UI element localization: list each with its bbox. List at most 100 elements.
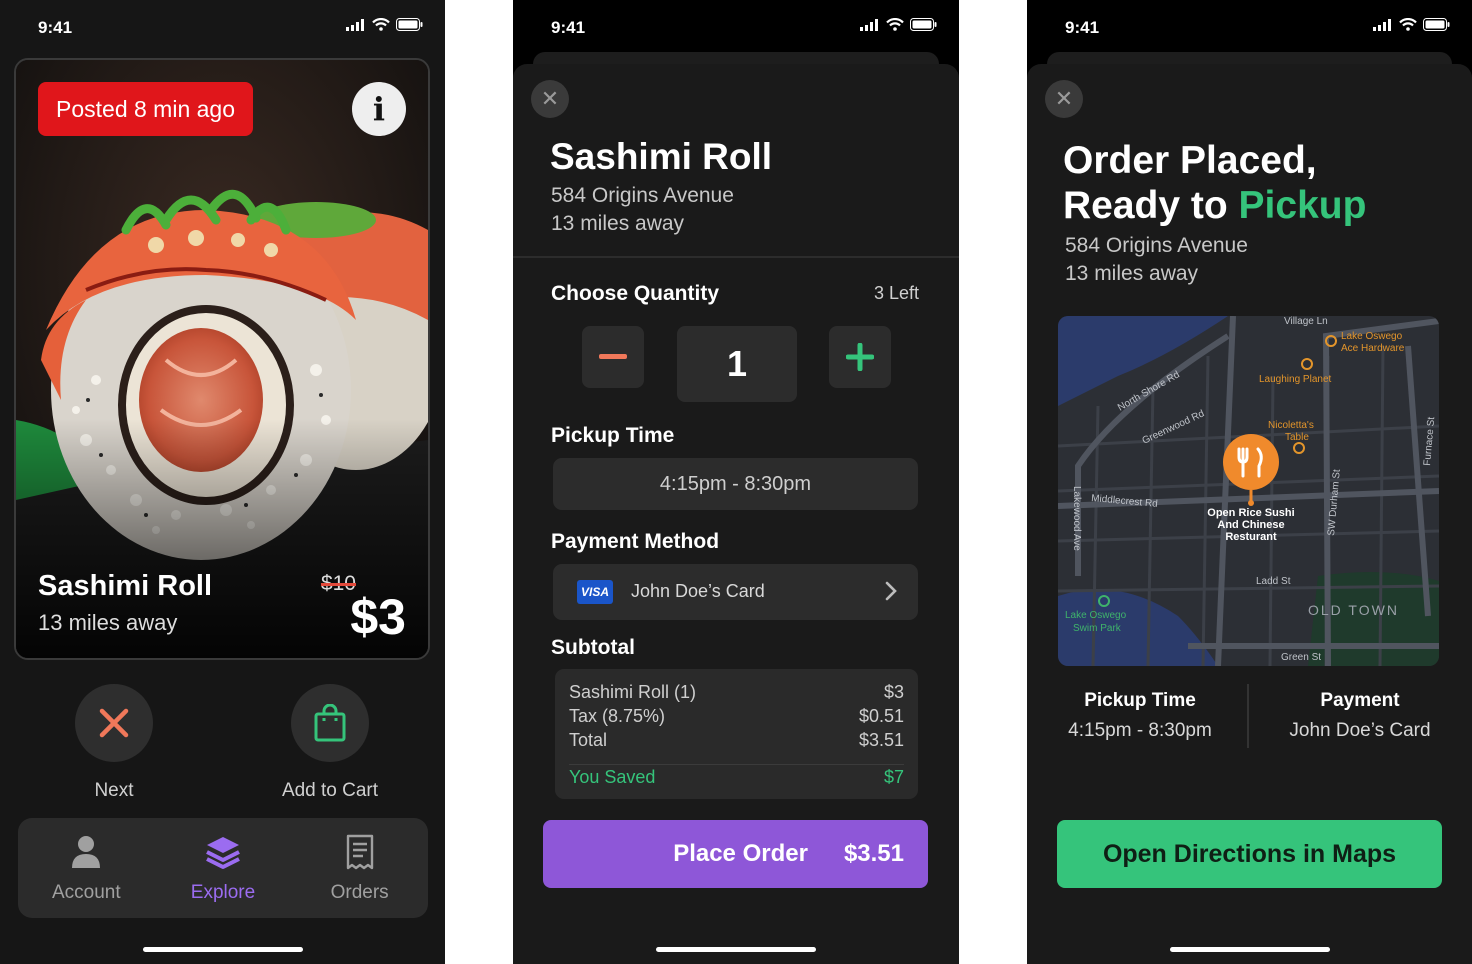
add-to-cart-action[interactable]: Add to Cart xyxy=(255,684,405,802)
place-label-ace-line-2: Ace Hardware xyxy=(1341,343,1405,354)
increase-quantity-button[interactable] xyxy=(829,326,891,388)
savings-line: You Saved $7 xyxy=(569,767,904,788)
status-bar: 9:41 xyxy=(1027,0,1472,52)
signal-icon xyxy=(346,18,364,31)
tab-explore-label: Explore xyxy=(190,882,256,903)
open-directions-button[interactable]: Open Directions in Maps xyxy=(1057,820,1442,888)
district-label-old-town: OLD TOWN xyxy=(1308,602,1399,618)
shopping-bag-icon xyxy=(314,704,346,742)
pickup-time-heading: Pickup Time xyxy=(1084,690,1196,711)
tab-bar: Account Explore Orders xyxy=(18,818,428,918)
minus-icon xyxy=(599,354,627,359)
order-sheet: ✕ Sashimi Roll 584 Origins Avenue 13 mil… xyxy=(513,64,959,964)
posted-badge: Posted 8 min ago xyxy=(38,82,254,136)
pickup-time-summary: Pickup Time 4:15pm - 8:30pm xyxy=(1045,690,1235,742)
card-name: John Doe’s Card xyxy=(631,581,765,601)
savings-value: $7 xyxy=(883,767,904,787)
summary-divider xyxy=(1247,684,1249,748)
home-indicator xyxy=(656,947,816,952)
title-prefix: Ready to xyxy=(1063,184,1228,227)
close-button[interactable]: ✕ xyxy=(531,80,569,118)
confirmation-screen: 9:41 ✕ Order Placed, Ready to Pickup 584… xyxy=(1027,0,1472,964)
deal-card[interactable]: Posted 8 min ago i Sashimi Roll 13 miles… xyxy=(14,58,430,660)
restaurant-address: 584 Origins Avenue xyxy=(551,184,734,207)
wifi-icon xyxy=(372,18,390,31)
close-icon xyxy=(99,708,129,738)
plus-icon xyxy=(846,343,874,371)
confirmation-title: Order Placed, Ready to Pickup xyxy=(1063,138,1366,228)
restaurant-label-line-3: Resturant xyxy=(1225,531,1277,543)
tax-label: Tax (8.75%) xyxy=(569,706,666,726)
tab-account-label: Account xyxy=(52,882,121,903)
signal-icon xyxy=(860,18,878,31)
discount-price: $3 xyxy=(350,589,406,645)
tax-line: Tax (8.75%) $0.51 xyxy=(569,706,904,727)
payment-method-label: Payment Method xyxy=(551,530,720,553)
street-label-green-st: Green St xyxy=(1281,652,1321,663)
status-bar: 9:41 xyxy=(513,0,959,52)
confirmation-sheet: ✕ Order Placed, Ready to Pickup 584 Orig… xyxy=(1027,64,1472,964)
decrease-quantity-button[interactable] xyxy=(582,326,644,388)
pickup-map[interactable]: Village Ln North Shore Rd Greenwood Rd M… xyxy=(1058,316,1439,666)
street-label-village-ln: Village Ln xyxy=(1284,316,1328,327)
payment-summary: Payment John Doe’s Card xyxy=(1265,690,1455,742)
home-indicator xyxy=(142,947,303,952)
status-time: 9:41 xyxy=(38,18,73,37)
place-label-nicoletta-line-1: Nicoletta's xyxy=(1268,420,1314,431)
line-item: Sashimi Roll (1) $3 xyxy=(569,682,904,703)
quantity-label: Choose Quantity xyxy=(551,282,720,305)
place-order-price: $3.51 xyxy=(843,840,904,867)
total-line: Total $3.51 xyxy=(569,730,904,751)
street-label-lakewood-ave: Lakewood Ave xyxy=(1071,486,1082,551)
title-line-2: Ready to Pickup xyxy=(1063,183,1366,228)
wifi-icon xyxy=(1399,18,1417,31)
payment-value: John Doe’s Card xyxy=(1289,720,1431,741)
place-label-laughing-planet: Laughing Planet xyxy=(1259,374,1332,385)
status-icons xyxy=(860,18,937,31)
receipt-icon xyxy=(346,834,373,870)
item-title: Sashimi Roll xyxy=(550,136,773,177)
quantity-remaining: 3 Left xyxy=(873,283,919,303)
title-line-1: Order Placed, xyxy=(1063,139,1317,182)
subtotal-box: Sashimi Roll (1) $3 Tax (8.75%) $0.51 To… xyxy=(555,669,918,799)
restaurant-address: 584 Origins Avenue xyxy=(1065,234,1248,257)
pickup-time-value: 4:15pm - 8:30pm xyxy=(1068,720,1212,741)
payment-heading: Payment xyxy=(1320,690,1400,711)
line-item-label: Sashimi Roll (1) xyxy=(569,682,697,702)
status-time: 9:41 xyxy=(1065,18,1100,37)
tab-account[interactable]: Account xyxy=(26,832,146,904)
pickup-time-field[interactable]: 4:15pm - 8:30pm xyxy=(553,458,918,510)
battery-icon xyxy=(1423,18,1450,31)
add-to-cart-button[interactable] xyxy=(291,684,369,762)
battery-icon xyxy=(396,18,423,31)
sushi-photo xyxy=(16,60,428,658)
status-time: 9:41 xyxy=(551,18,586,37)
next-label: Next xyxy=(94,780,134,801)
payment-method-selector[interactable]: VISA John Doe’s Card xyxy=(553,564,918,620)
person-icon xyxy=(72,836,101,868)
total-value: $3.51 xyxy=(858,730,904,750)
place-order-button[interactable]: Place Order $3.51 xyxy=(543,820,928,888)
visa-card-icon: VISA xyxy=(577,580,613,604)
signal-icon xyxy=(1373,18,1391,31)
explore-screen: 9:41 Posted 8 min ago i Sashimi Roll 13 … xyxy=(0,0,445,964)
place-label-swim-park-line-2: Swim Park xyxy=(1073,623,1122,634)
tab-orders[interactable]: Orders xyxy=(300,832,420,904)
line-item-value: $3 xyxy=(883,682,904,702)
savings-label: You Saved xyxy=(569,767,656,787)
restaurant-label-line-1: Open Rice Sushi xyxy=(1207,507,1294,519)
next-button[interactable] xyxy=(75,684,153,762)
item-title: Sashimi Roll xyxy=(38,570,213,602)
order-screen: 9:41 ✕ Sashimi Roll 584 Origins Avenue 1… xyxy=(513,0,959,964)
status-bar: 9:41 xyxy=(0,0,445,52)
tab-explore[interactable]: Explore xyxy=(163,832,283,904)
tax-value: $0.51 xyxy=(858,706,904,726)
close-button[interactable]: ✕ xyxy=(1045,80,1083,118)
total-label: Total xyxy=(569,730,608,750)
info-button[interactable]: i xyxy=(352,82,406,136)
street-label-ladd-st: Ladd St xyxy=(1256,576,1291,587)
restaurant-distance: 13 miles away xyxy=(1065,262,1199,285)
status-icons xyxy=(346,18,423,31)
quantity-value: 1 xyxy=(677,326,797,402)
next-action[interactable]: Next xyxy=(39,684,189,802)
